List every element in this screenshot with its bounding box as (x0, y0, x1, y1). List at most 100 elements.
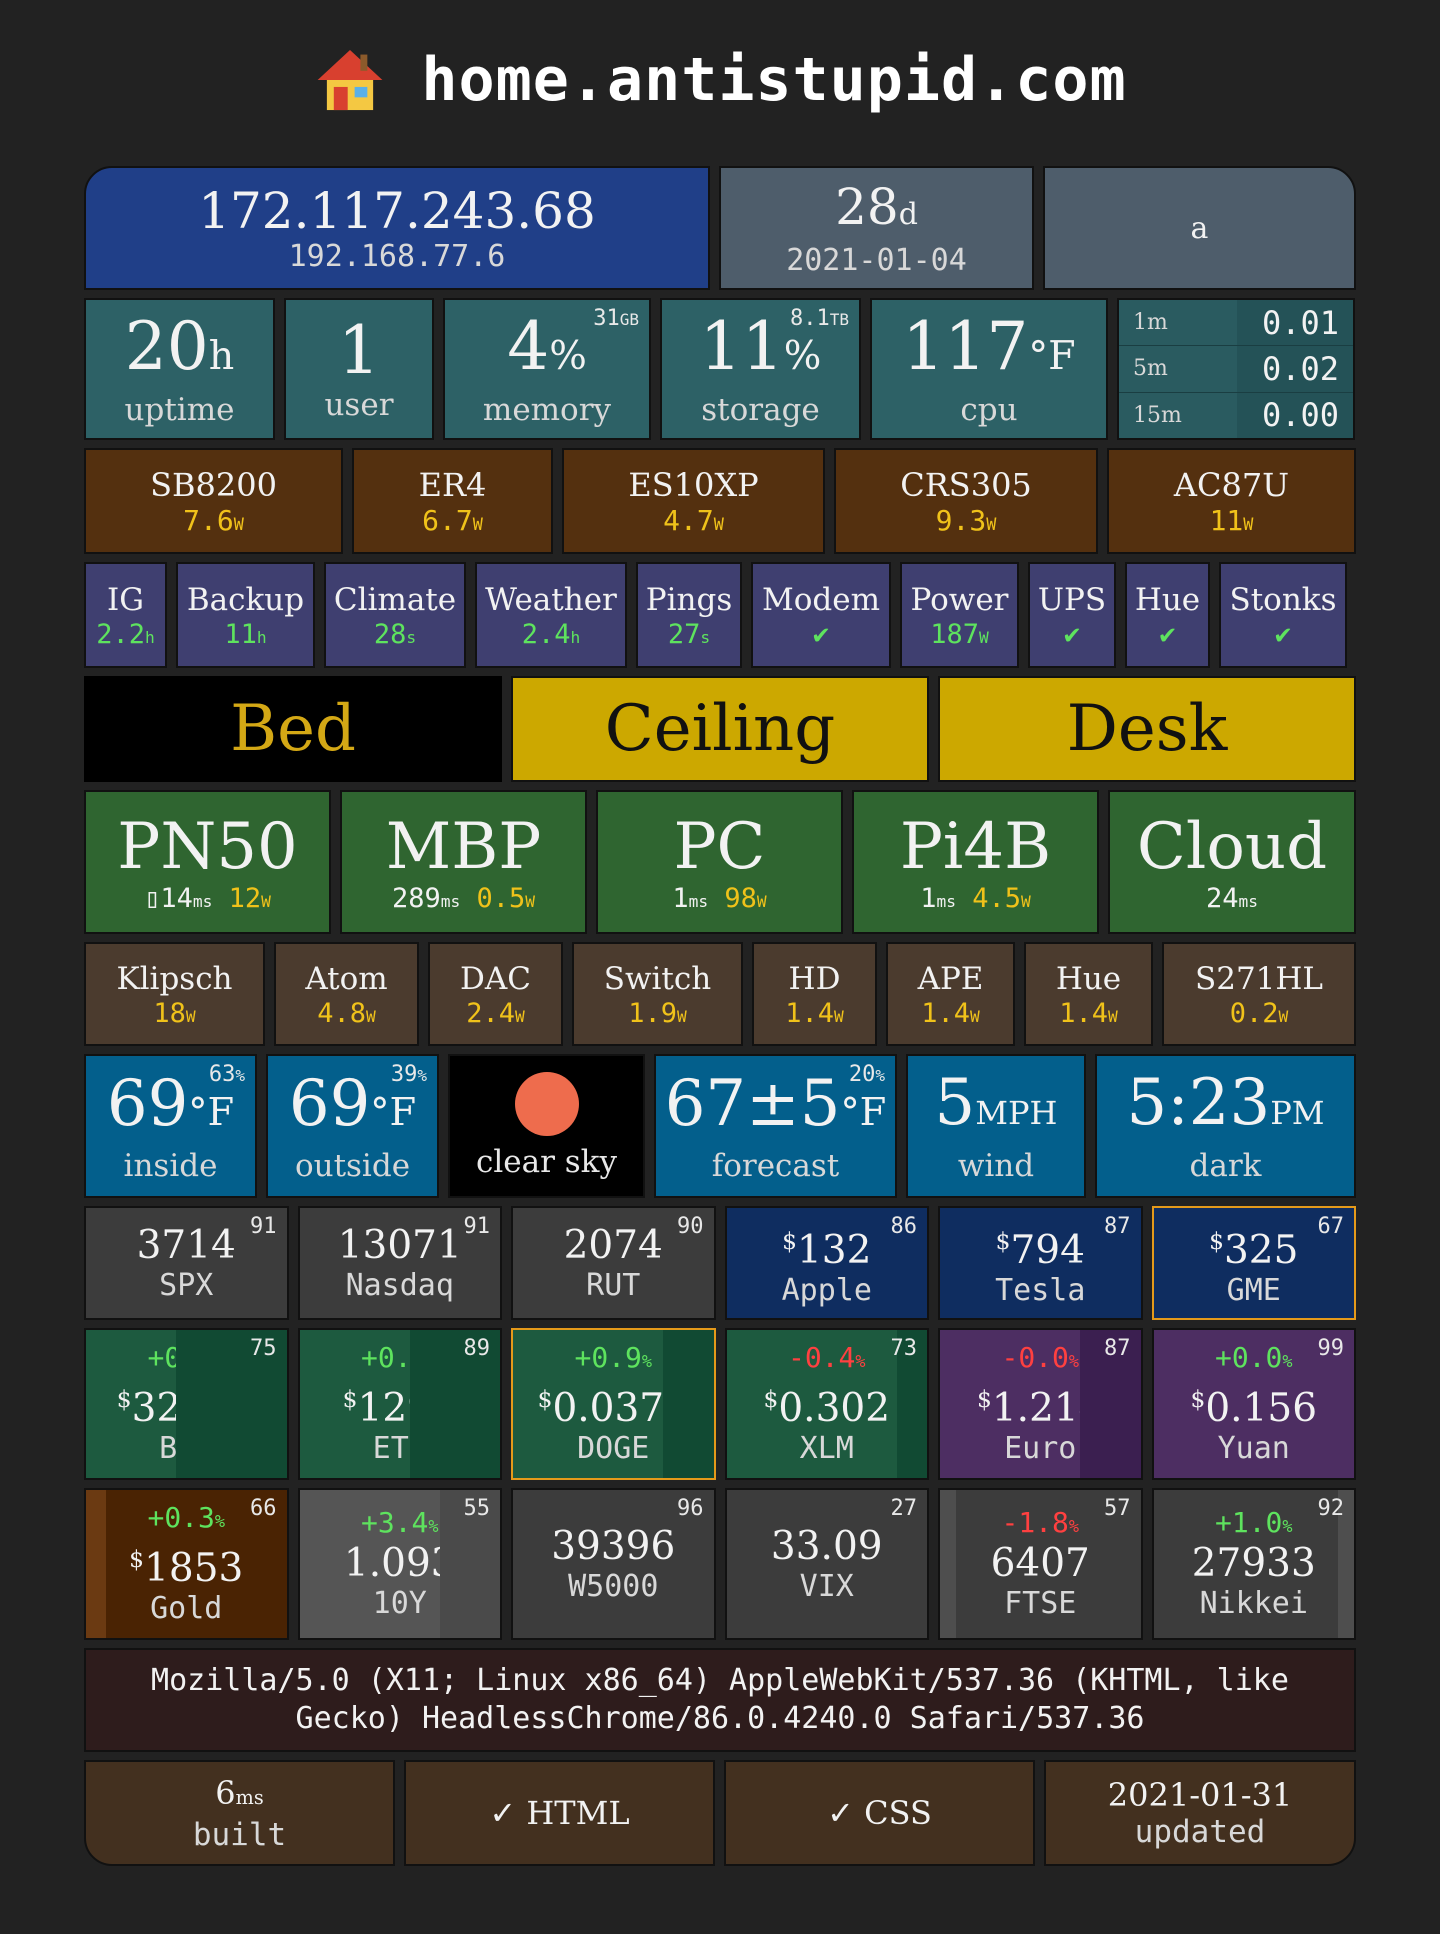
cpu-tile: 117°F cpu (870, 298, 1108, 440)
ticker-fill (663, 1330, 714, 1478)
computer-pc: PC 1ms 98W (596, 790, 843, 934)
uptime-unit: h (208, 332, 235, 379)
ticker-change: +0.9% (574, 1341, 653, 1374)
ticker-score: 55 (463, 1496, 491, 1521)
ticker-price: 27933 (1191, 1541, 1316, 1586)
ticker-doge: +0.9% $0.0373 DOGE (511, 1328, 716, 1480)
light-desk[interactable]: Desk (938, 676, 1356, 782)
service-weather: Weather 2.4h (475, 562, 627, 668)
date-value: 2021-01-04 (786, 242, 967, 278)
ticker-label: Yuan (1217, 1431, 1290, 1466)
ticker-nikkei: 92 +1.0% 27933 Nikkei (1151, 1488, 1356, 1640)
page-header: home.antistupid.com (0, 30, 1440, 130)
users-tile: 1 user (284, 298, 434, 440)
device-crs305: CRS305 9.3W (834, 448, 1098, 554)
ticker-change: -0.4% (787, 1341, 866, 1374)
computers-row: PN50 ▯14ms 12W MBP 289ms 0.5W PC 1ms 98W Pi… (84, 790, 1356, 934)
service-backup: Backup 11h (176, 562, 315, 668)
ticker-gme: 67 $325 GME (1151, 1206, 1356, 1320)
network-devices-row: SB8200 7.6W ER4 6.7W ES10XP 4.7W CRS305 9.3W… (84, 448, 1356, 554)
service-stonks: Stonks ✔ (1219, 562, 1347, 668)
check-icon: ✔ (1063, 618, 1081, 650)
ticker-score: 96 (677, 1496, 704, 1521)
ticker-yuan: 99 +0.0% $0.156 Yuan (1151, 1328, 1356, 1480)
ticker-ftse: 57 -1.8% 6407 FTSE (938, 1488, 1143, 1640)
ticker-btc: 75+0.4%$32658BTC (84, 1328, 289, 1480)
user-agent-row: Mozilla/5.0 (X11; Linux x86_64) AppleWeb… (84, 1648, 1356, 1752)
user-tile: a (1043, 166, 1356, 290)
service-hue: Hue ✔ (1125, 562, 1210, 668)
uptime-value: 20 (124, 307, 209, 385)
peripherals-row: Klipsch 18W Atom 4.8W DAC 2.4W Switch 1.9W H… (84, 942, 1356, 1046)
cpu-unit: °F (1028, 332, 1076, 379)
uptime-label: uptime (124, 391, 235, 428)
user-agent-text: Mozilla/5.0 (X11; Linux x86_64) AppleWeb… (151, 1663, 1289, 1736)
peripheral-hd: HD 1.4W (752, 942, 877, 1046)
updated-tile: 2021-01-31 updated (1044, 1760, 1356, 1866)
ticker-gold: 66 +0.3% $1853 Gold (84, 1488, 289, 1640)
ticker-change: -1.8% (1001, 1506, 1080, 1539)
ticker-change: +3.4% (360, 1506, 439, 1539)
services-row: IG 2.2h Backup 11h Climate 28s Weather 2.4h … (84, 562, 1356, 668)
device-es10xp: ES10XP 4.7W (562, 448, 825, 554)
ticker-w5000: 96 39396 W5000 (511, 1488, 716, 1640)
footer-row: 6ms built ✓ HTML ✓ CSS 2021-01-31 update… (84, 1760, 1356, 1866)
ticker-label: Gold (150, 1591, 223, 1626)
ticker-euro: 87 -0.0% $1.214 Euro (938, 1328, 1143, 1480)
ticker-label: Nikkei (1199, 1586, 1308, 1621)
load-row-5m: 5m 0.02 (1119, 346, 1353, 393)
ticker-score: 99 (1317, 1336, 1345, 1361)
ticker-rut: 90 2074 RUT (511, 1206, 716, 1320)
ticker-10y: 55 +3.4% 1.093 10Y (297, 1488, 502, 1640)
ticker-label: Apple (781, 1272, 872, 1308)
light-bed[interactable]: Bed (84, 676, 502, 782)
storage-label: storage (701, 391, 820, 428)
ticker-change: -0.0% (1001, 1341, 1080, 1374)
days-value: 28 (835, 177, 899, 236)
computer-pn50: PN50 ▯14ms 12W (84, 790, 331, 934)
html-valid-tile[interactable]: ✓ HTML (404, 1760, 715, 1866)
peripheral-s271hl: S271HL 0.2W (1162, 942, 1356, 1046)
ticker-fill (86, 1490, 107, 1638)
forecast-tile: 20% 67±5°F forecast (654, 1054, 897, 1198)
sunset-tile: 5:23PM dark (1095, 1054, 1356, 1198)
ticker-price: $325 (1209, 1226, 1299, 1273)
ticker-label: GME (1226, 1272, 1281, 1308)
service-pings: Pings 27s (636, 562, 742, 668)
computer-cloud: Cloud 24ms (1108, 790, 1356, 934)
storage-total: 8.1TB (789, 306, 849, 331)
indices-row: 91 3714 SPX 91 13071 Nasdaq 90 2074 RUT 86 $132 App… (84, 1206, 1356, 1320)
ip-tile: 172.117.243.68 192.168.77.6 (84, 166, 710, 290)
ticker-score: 87 (1104, 1336, 1131, 1361)
ticker-label: VIX (799, 1568, 854, 1604)
peripheral-switch: Switch 1.9W (572, 942, 743, 1046)
ticker-price: $132 (782, 1226, 872, 1273)
ticker-label: DOGE (577, 1431, 650, 1466)
storage-unit: % (783, 332, 822, 379)
memory-label: memory (482, 391, 612, 428)
css-valid-tile[interactable]: ✓ CSS (724, 1760, 1035, 1866)
ticker-score: 75 (250, 1336, 277, 1361)
check-icon: ✔ (1159, 618, 1176, 650)
load-average-tile: 1m 0.01 5m 0.02 15m 0.00 (1117, 298, 1355, 440)
memory-total: 31GB (593, 306, 639, 331)
ticker-price: $1853 (129, 1545, 244, 1591)
ticker-price: 33.09 (770, 1523, 883, 1569)
ticker-score: 92 (1317, 1496, 1345, 1521)
system-row: 20h uptime 1 user 31GB 4% memory 8.1TB 1… (84, 298, 1356, 440)
check-icon: ✔ (1274, 618, 1292, 650)
ticker-price: $794 (995, 1226, 1085, 1273)
ticker-label: FTSE (1004, 1586, 1077, 1621)
device-ac87u: AC87U 11W (1107, 448, 1356, 554)
peripheral-ape: APE 1.4W (886, 942, 1015, 1046)
ticker-label: RUT (586, 1267, 641, 1303)
public-ip: 172.117.243.68 (198, 181, 596, 240)
users-value: 1 (338, 312, 380, 389)
user-initial: a (1190, 210, 1209, 246)
light-ceiling[interactable]: Ceiling (511, 676, 929, 782)
ticker-price: 13071 (337, 1222, 462, 1268)
ticker-apple: 86 $132 Apple (724, 1206, 929, 1320)
house-icon (317, 49, 383, 111)
service-climate: Climate 28s (324, 562, 466, 668)
ticker-score: 27 (890, 1496, 918, 1521)
